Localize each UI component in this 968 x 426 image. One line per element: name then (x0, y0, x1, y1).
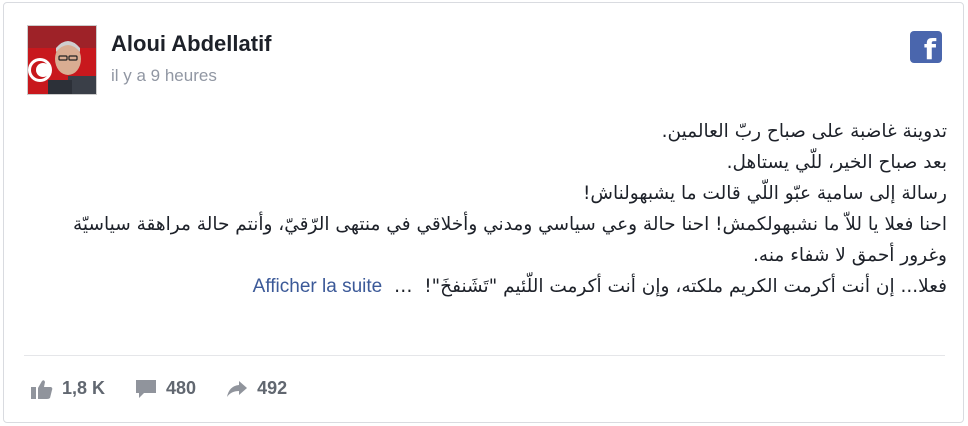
post-line: تدوينة غاضبة على صباح ربّ العالمين. (661, 121, 947, 142)
divider (24, 355, 945, 356)
ellipsis: … (393, 276, 413, 297)
like-icon (31, 379, 53, 399)
post-card: Aloui Abdellatif il y a 9 heures f تدوين… (3, 2, 964, 423)
comments-count: 480 (166, 378, 197, 398)
shares-stat[interactable]: 492 (226, 378, 287, 399)
engagement-bar: 1,8 K 480 492 (31, 378, 317, 399)
share-icon (227, 380, 248, 397)
comment-icon (136, 379, 157, 398)
avatar-image (28, 26, 96, 94)
see-more-link[interactable]: Afficher la suite (253, 276, 383, 297)
post-last-line: فعلا... إن أنت أكرمت الكريم ملكته، وإن أ… (44, 271, 947, 302)
shares-count: 492 (257, 378, 288, 398)
author-name[interactable]: Aloui Abdellatif (111, 31, 272, 57)
post-line: فعلا... إن أنت أكرمت الكريم ملكته، وإن أ… (424, 276, 947, 297)
avatar[interactable] (27, 25, 97, 95)
post-line: رسالة إلى سامية عبّو اللّي قالت ما يشبهو… (582, 183, 947, 204)
post-body: تدوينة غاضبة على صباح ربّ العالمين. بعد … (44, 116, 947, 302)
post-timestamp[interactable]: il y a 9 heures (111, 66, 217, 86)
post-line: بعد صباح الخير، للّي يستاهل. (726, 152, 947, 173)
post-line: احنا فعلا يا للاّ ما نشبهولكمش! احنا حال… (73, 214, 947, 266)
facebook-icon[interactable]: f (910, 31, 942, 64)
comments-stat[interactable]: 480 (135, 378, 196, 399)
likes-count: 1,8 K (62, 378, 106, 398)
likes-stat[interactable]: 1,8 K (31, 378, 105, 399)
